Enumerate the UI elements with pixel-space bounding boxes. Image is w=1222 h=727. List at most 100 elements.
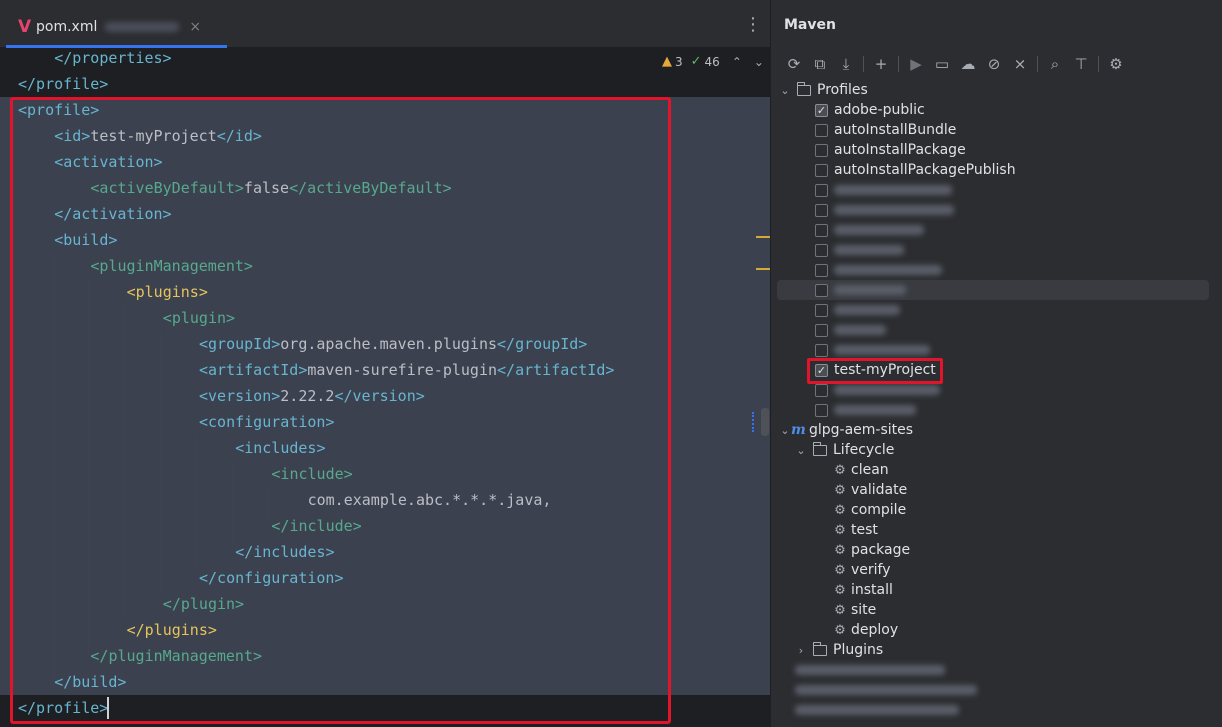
profile-checkbox[interactable] (815, 283, 828, 297)
add-icon[interactable]: + (868, 55, 894, 73)
code-token: <includes> (235, 439, 326, 457)
collapse-icon[interactable]: ⨯ (1007, 55, 1033, 73)
profile-checkbox[interactable] (815, 263, 828, 277)
close-icon[interactable]: × (189, 19, 201, 35)
profile-checkbox[interactable] (815, 243, 828, 257)
indent-guide (160, 331, 161, 596)
warning-marker[interactable] (756, 268, 770, 270)
generate-sources-icon[interactable]: ⧉ (807, 55, 833, 73)
maven-project-icon: m (791, 422, 806, 438)
text-caret (107, 697, 109, 719)
chevron-down-icon[interactable]: ⌄ (779, 424, 791, 437)
goal-label: validate (851, 482, 908, 498)
profile-checkbox[interactable] (815, 203, 828, 217)
profile-item[interactable]: autoInstallPackage (771, 140, 1222, 160)
lifecycle-goal[interactable]: ⚙ validate (771, 480, 1222, 500)
profile-item[interactable]: autoInstallBundle (771, 120, 1222, 140)
profile-item[interactable] (771, 260, 1222, 280)
profile-checkbox[interactable]: ✓ (815, 103, 828, 117)
reload-icon[interactable]: ⟳ (781, 55, 807, 73)
lifecycle-goal[interactable]: ⚙ compile (771, 500, 1222, 520)
execute-goal-icon[interactable]: ▭ (929, 55, 955, 73)
profile-item[interactable] (771, 200, 1222, 220)
lifecycle-goal[interactable]: ⚙ site (771, 600, 1222, 620)
profile-checkbox[interactable] (815, 223, 828, 237)
change-marker (752, 412, 755, 432)
tree-node-project[interactable]: ⌄ m glpg-aem-sites (771, 420, 1222, 440)
profile-item[interactable] (771, 400, 1222, 420)
tab-pom-xml[interactable]: V pom.xml × (6, 8, 227, 48)
code-line: </build> (54, 669, 126, 695)
profile-item[interactable]: ✓ test-myProject (771, 360, 1222, 380)
lifecycle-goal[interactable]: ⚙ clean (771, 460, 1222, 480)
code-token: <include> (271, 465, 353, 483)
profile-item[interactable] (771, 320, 1222, 340)
chevron-down-icon[interactable]: ⌄ (795, 444, 807, 457)
code-line: <activeByDefault>false</activeByDefault> (90, 175, 451, 201)
toolbar-separator (863, 56, 864, 72)
download-icon[interactable]: ⤓ (833, 55, 859, 73)
editor-tab-bar: V pom.xml × ⋮ (0, 0, 770, 48)
module-label-redacted (795, 685, 977, 695)
module-item-redacted[interactable] (771, 660, 1222, 680)
profile-item[interactable] (771, 180, 1222, 200)
toolbar-separator (1098, 56, 1099, 72)
more-options-icon[interactable]: ⋮ (744, 14, 762, 35)
chevron-right-icon[interactable]: › (795, 644, 807, 657)
module-item-redacted[interactable] (771, 680, 1222, 700)
profile-checkbox[interactable] (815, 403, 828, 417)
profile-label: test-myProject (834, 362, 936, 378)
profile-item[interactable] (771, 240, 1222, 260)
profile-checkbox[interactable] (815, 343, 828, 357)
profile-label-redacted (834, 285, 906, 295)
goal-label: verify (851, 562, 891, 578)
warning-marker[interactable] (756, 236, 770, 238)
code-area[interactable]: </properties> </profile> <profile> <id>test… (0, 48, 770, 727)
settings-icon[interactable]: ⚙ (1103, 55, 1129, 73)
tree-node-profiles[interactable]: ⌄ Profiles (771, 80, 1222, 100)
profile-checkbox[interactable]: ✓ (815, 363, 828, 377)
code-line: <build> (54, 227, 117, 253)
code-token: <activation> (54, 153, 163, 171)
lifecycle-goal[interactable]: ⚙ test (771, 520, 1222, 540)
dependencies-icon[interactable]: ⌕ (1042, 55, 1068, 73)
scrollbar-thumb[interactable] (761, 408, 769, 436)
tree-node-lifecycle[interactable]: ⌄ Lifecycle (771, 440, 1222, 460)
profile-item[interactable] (771, 220, 1222, 240)
profile-item[interactable] (771, 280, 1222, 300)
code-token: test-myProject (90, 127, 217, 145)
profile-checkbox[interactable] (815, 183, 828, 197)
profile-checkbox[interactable] (815, 123, 828, 137)
offline-icon[interactable]: ☁ (955, 55, 981, 73)
code-token: <version> (199, 387, 281, 405)
profile-checkbox[interactable] (815, 163, 828, 177)
lifecycle-goal[interactable]: ⚙ deploy (771, 620, 1222, 640)
lifecycle-goal[interactable]: ⚙ install (771, 580, 1222, 600)
module-item-redacted[interactable] (771, 700, 1222, 720)
profile-checkbox[interactable] (815, 383, 828, 397)
code-token: <artifactId> (199, 361, 308, 379)
profile-item[interactable]: autoInstallPackagePublish (771, 160, 1222, 180)
profile-checkbox[interactable] (815, 303, 828, 317)
tree-node-plugins[interactable]: › Plugins (771, 640, 1222, 660)
profile-label-redacted (834, 325, 886, 335)
indent-guide (88, 279, 89, 656)
toolbar-separator (1037, 56, 1038, 72)
lifecycle-goal[interactable]: ⚙ package (771, 540, 1222, 560)
profile-item[interactable] (771, 300, 1222, 320)
code-line: com.example.abc.*.*.*.java, (308, 487, 552, 513)
skip-tests-icon[interactable]: ⊘ (981, 55, 1007, 73)
code-token: </groupId> (497, 335, 588, 353)
goal-label: test (851, 522, 878, 538)
run-icon[interactable]: ▶ (903, 55, 929, 73)
expand-all-icon[interactable]: ⊤ (1068, 55, 1094, 73)
lifecycle-goal[interactable]: ⚙ verify (771, 560, 1222, 580)
chevron-down-icon[interactable]: ⌄ (779, 84, 791, 97)
profile-item[interactable] (771, 380, 1222, 400)
gear-icon: ⚙ (834, 502, 846, 518)
profile-item[interactable] (771, 340, 1222, 360)
profile-label-redacted (834, 225, 924, 235)
profile-item[interactable]: ✓ adobe-public (771, 100, 1222, 120)
profile-checkbox[interactable] (815, 323, 828, 337)
profile-checkbox[interactable] (815, 143, 828, 157)
